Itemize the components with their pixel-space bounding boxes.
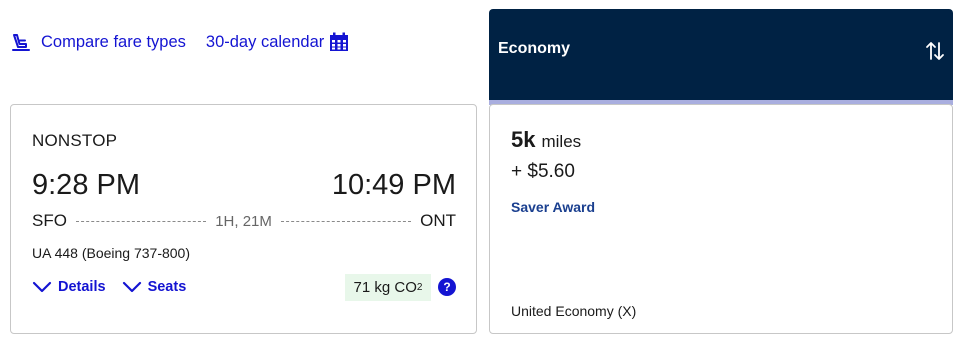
fare-column-header: Economy xyxy=(489,9,953,105)
details-toggle[interactable]: Details xyxy=(32,279,106,295)
fare-column-title: Economy xyxy=(498,40,571,57)
arrival-time: 10:49 PM xyxy=(331,169,456,201)
cabin-class: United Economy (X) xyxy=(511,303,637,319)
co2-emissions-badge: 71 kg CO 2 xyxy=(345,274,431,301)
route-line xyxy=(75,220,207,222)
stop-type: NONSTOP xyxy=(32,131,118,150)
calendar-icon xyxy=(328,31,350,53)
miles-unit: miles xyxy=(541,132,582,151)
chevron-down-icon xyxy=(122,280,142,294)
compare-fare-types-label: Compare fare types xyxy=(41,32,186,51)
seats-toggle[interactable]: Seats xyxy=(122,279,187,295)
flight-card: NONSTOP 9:28 PM 10:49 PM SFO 1H, 21M ONT… xyxy=(10,104,477,334)
fare-option-card[interactable]: 5k miles + $5.60 Saver Award United Econ… xyxy=(489,104,953,334)
route-row: SFO 1H, 21M ONT xyxy=(32,208,456,234)
miles-amount: 5k xyxy=(511,127,536,152)
route-line xyxy=(280,220,412,222)
flight-actions: Details Seats xyxy=(32,279,202,295)
seats-label: Seats xyxy=(147,279,187,295)
departure-time: 9:28 PM xyxy=(32,169,140,201)
details-label: Details xyxy=(58,279,106,295)
sort-arrows-icon[interactable] xyxy=(924,40,946,62)
chevron-down-icon xyxy=(32,280,52,294)
co2-subscript: 2 xyxy=(416,282,423,293)
co2-help-button[interactable]: ? xyxy=(438,278,456,296)
miles-price: 5k miles xyxy=(511,127,581,153)
co2-value: 71 kg CO xyxy=(353,279,417,296)
destination-airport: ONT xyxy=(420,211,457,230)
award-type: Saver Award xyxy=(511,199,596,215)
calendar-link-label: 30-day calendar xyxy=(205,32,325,51)
flight-duration: 1H, 21M xyxy=(215,212,272,230)
seat-icon xyxy=(10,31,32,53)
flight-number-aircraft: UA 448 (Boeing 737-800) xyxy=(32,245,190,261)
compare-fare-types-link[interactable]: Compare fare types xyxy=(10,31,186,53)
calendar-link[interactable]: 30-day calendar xyxy=(206,31,350,53)
fare-options-bar: Compare fare types 30-day calendar xyxy=(10,30,350,54)
origin-airport: SFO xyxy=(32,211,67,230)
taxes-fees: + $5.60 xyxy=(511,161,575,182)
